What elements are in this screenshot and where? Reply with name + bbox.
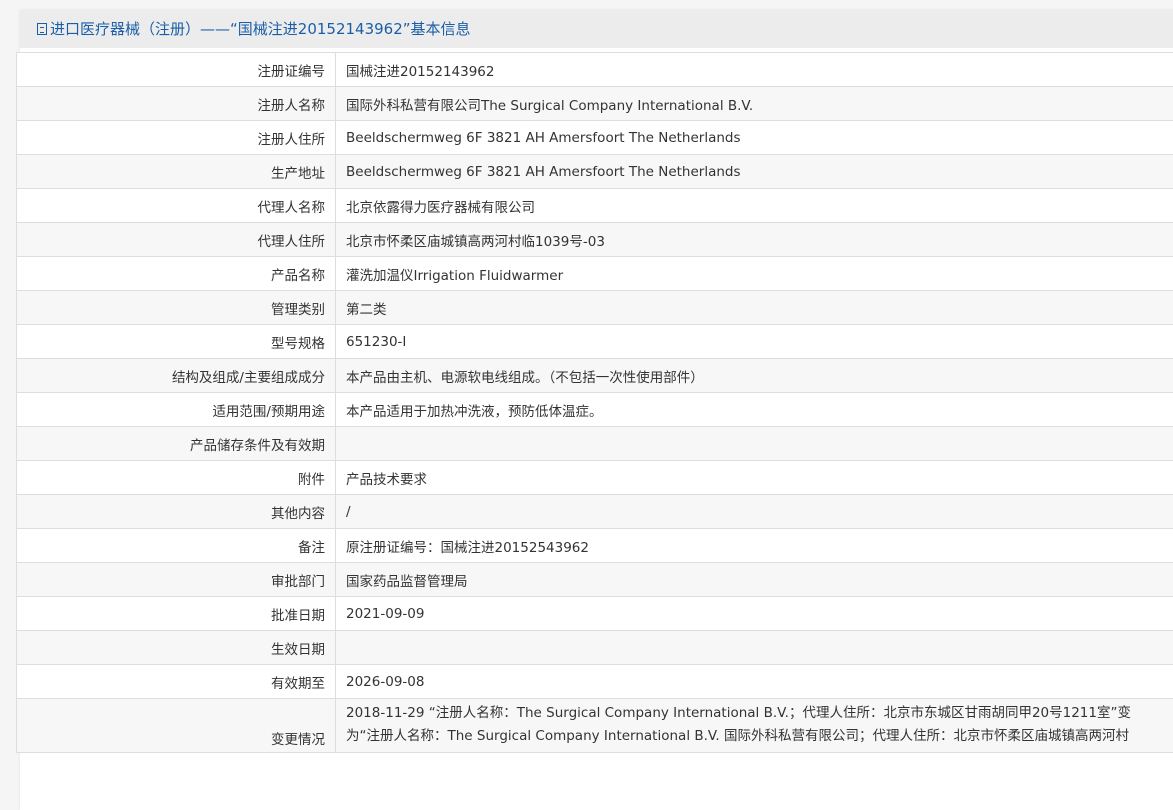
field-label: 批准日期: [17, 597, 336, 631]
change-line: 为“注册人名称：The Surgical Company Internation…: [346, 725, 1173, 748]
table-row: 批准日期2021-09-09: [17, 597, 1173, 631]
field-value: 产品技术要求: [336, 461, 1173, 495]
field-value: [336, 427, 1173, 461]
field-label: 注册人名称: [17, 87, 336, 121]
field-label: 适用范围/预期用途: [17, 393, 336, 427]
table-row: 审批部门国家药品监督管理局: [17, 563, 1173, 597]
table-row: 备注原注册证编号：国械注进20152543962: [17, 529, 1173, 563]
table-row: 结构及组成/主要组成成分本产品由主机、电源软电线组成。（不包括一次性使用部件）: [17, 359, 1173, 393]
table-row: 代理人名称北京依露得力医疗器械有限公司: [17, 189, 1173, 223]
table-row: 附件产品技术要求: [17, 461, 1173, 495]
table-row: 产品储存条件及有效期: [17, 427, 1173, 461]
field-value: 北京市怀柔区庙城镇高两河村临1039号-03: [336, 223, 1173, 257]
table-row: 生效日期: [17, 631, 1173, 665]
field-label: 注册人住所: [17, 121, 336, 155]
field-label: 产品名称: [17, 257, 336, 291]
field-value: 651230-I: [336, 325, 1173, 359]
change-line: 2018-11-29 “注册人名称：The Surgical Company I…: [346, 702, 1173, 725]
field-value: 灌洗加温仪Irrigation Fluidwarmer: [336, 257, 1173, 291]
table-row: 注册证编号国械注进20152143962: [17, 53, 1173, 87]
field-label: 有效期至: [17, 665, 336, 699]
field-value: [336, 631, 1173, 665]
field-value: 原注册证编号：国械注进20152543962: [336, 529, 1173, 563]
field-value: Beeldschermweg 6F 3821 AH Amersfoort The…: [336, 155, 1173, 189]
table-row: 管理类别第二类: [17, 291, 1173, 325]
table-row: 适用范围/预期用途本产品适用于加热冲洗液，预防低体温症。: [17, 393, 1173, 427]
field-value: Beeldschermweg 6F 3821 AH Amersfoort The…: [336, 121, 1173, 155]
document-icon: [37, 23, 47, 35]
field-label: 注册证编号: [17, 53, 336, 87]
field-value: 第二类: [336, 291, 1173, 325]
field-label: 其他内容: [17, 495, 336, 529]
field-value: 本产品由主机、电源软电线组成。（不包括一次性使用部件）: [336, 359, 1173, 393]
table-row: 代理人住所北京市怀柔区庙城镇高两河村临1039号-03: [17, 223, 1173, 257]
page-title: 进口医疗器械（注册）——“国械注进20152143962”基本信息: [50, 20, 471, 38]
field-value: 北京依露得力医疗器械有限公司: [336, 189, 1173, 223]
info-table: 注册证编号国械注进20152143962注册人名称国际外科私营有限公司The S…: [16, 52, 1173, 753]
field-label: 备注: [17, 529, 336, 563]
panel-header: 进口医疗器械（注册）——“国械注进20152143962”基本信息: [20, 10, 1173, 48]
field-label: 附件: [17, 461, 336, 495]
field-value: /: [336, 495, 1173, 529]
field-label: 管理类别: [17, 291, 336, 325]
table-row: 其他内容/: [17, 495, 1173, 529]
field-label: 型号规格: [17, 325, 336, 359]
field-label: 代理人名称: [17, 189, 336, 223]
field-label: 结构及组成/主要组成成分: [17, 359, 336, 393]
field-label: 产品储存条件及有效期: [17, 427, 336, 461]
field-value: 2026-09-08: [336, 665, 1173, 699]
field-value: 国际外科私营有限公司The Surgical Company Internati…: [336, 87, 1173, 121]
field-value: 国家药品监督管理局: [336, 563, 1173, 597]
table-row: 有效期至2026-09-08: [17, 665, 1173, 699]
field-label: 生产地址: [17, 155, 336, 189]
field-label: 代理人住所: [17, 223, 336, 257]
table-row: 注册人住所Beeldschermweg 6F 3821 AH Amersfoor…: [17, 121, 1173, 155]
table-row: 产品名称灌洗加温仪Irrigation Fluidwarmer: [17, 257, 1173, 291]
table-row: 注册人名称国际外科私营有限公司The Surgical Company Inte…: [17, 87, 1173, 121]
table-row: 型号规格651230-I: [17, 325, 1173, 359]
field-label: 生效日期: [17, 631, 336, 665]
table-row-change: 变更情况 2018-11-29 “注册人名称：The Surgical Compa…: [17, 699, 1173, 753]
table-row: 生产地址Beeldschermweg 6F 3821 AH Amersfoort…: [17, 155, 1173, 189]
field-value: 2018-11-29 “注册人名称：The Surgical Company I…: [336, 699, 1173, 753]
field-value: 国械注进20152143962: [336, 53, 1173, 87]
field-value: 本产品适用于加热冲洗液，预防低体温症。: [336, 393, 1173, 427]
field-label: 审批部门: [17, 563, 336, 597]
field-label: 变更情况: [17, 699, 336, 753]
field-value: 2021-09-09: [336, 597, 1173, 631]
